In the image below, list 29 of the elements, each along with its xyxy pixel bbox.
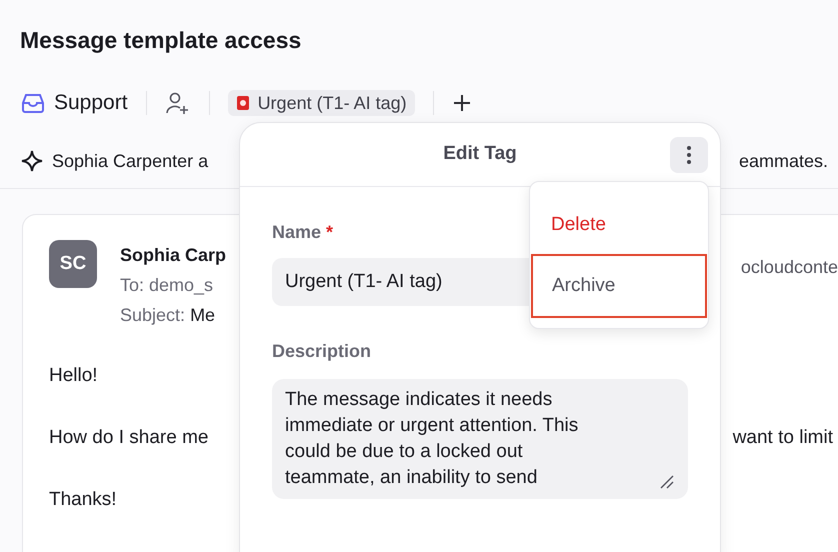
tag-label: Urgent (T1- AI tag) [258,92,407,115]
sparkle-icon [20,149,44,173]
dialog-title: Edit Tag [443,142,517,166]
required-mark: * [326,221,334,244]
page-title: Message template access [20,26,302,55]
menu-item[interactable]: Archive [531,254,707,318]
inbox-label[interactable]: Support [54,87,128,119]
summary-text-end: eammates. [738,150,828,172]
add-person-icon[interactable] [164,91,191,115]
message-text: Hello! [49,364,98,388]
avatar: SC [49,240,97,288]
tag-chip[interactable]: Urgent (T1- AI tag) [228,90,415,116]
description-field[interactable]: The message indicates it needs immediate or urgent attention. This could be due to a locked out teammate, an inability to send [272,379,688,499]
plus-icon[interactable] [452,93,472,113]
subject-line: Subject: Me [120,304,216,327]
message-text-end: want to limit [732,426,833,450]
menu-item[interactable]: Delete [530,198,708,252]
recipient: To: demo_s [120,274,214,297]
resize-handle-icon[interactable] [660,475,674,489]
field-label: Name [272,221,322,244]
field-label: Description [272,340,372,363]
message-text: How do I share me [49,426,208,450]
summary-text: Sophia Carpenter a [52,150,208,173]
more-icon [687,146,691,164]
sender-name: Sophia Carp [120,244,226,267]
sender-email: ocloudconte [740,256,838,279]
message-text: Thanks! [49,488,117,512]
inbox-icon[interactable] [20,92,46,114]
more-button[interactable] [670,137,708,173]
